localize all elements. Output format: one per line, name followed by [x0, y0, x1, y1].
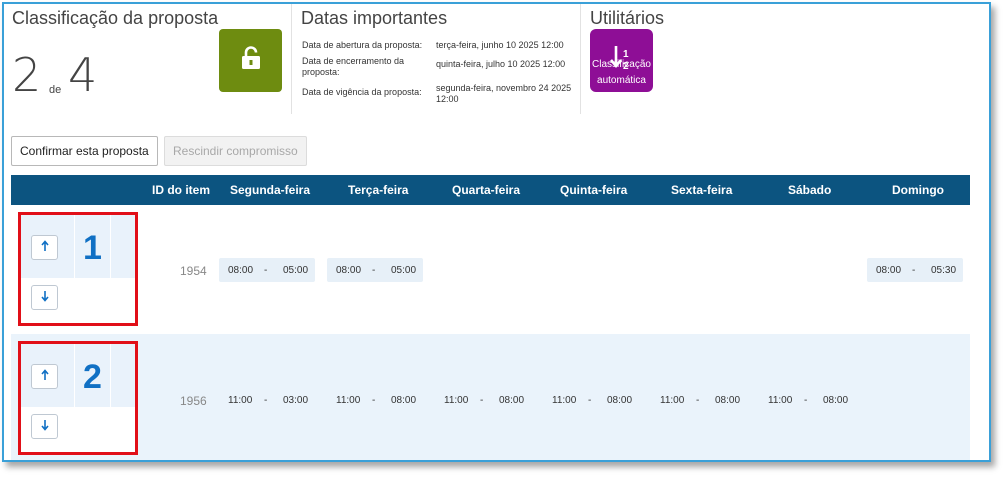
column-header-monday: Segunda-feira — [230, 183, 311, 197]
move-up-button[interactable] — [31, 235, 58, 260]
date-label: Data de abertura da proposta: — [302, 40, 423, 50]
dates-list: Data de abertura da proposta: terça-feir… — [302, 40, 576, 110]
time-separator: - — [588, 395, 592, 406]
date-value: terça-feira, junho 10 2025 12:00 — [436, 40, 564, 50]
move-up-button[interactable] — [31, 364, 58, 389]
table-row: 2 1956 11:00 - 03:00 11:00 - 08:00 11:00… — [11, 334, 970, 460]
arrow-down-icon — [40, 418, 50, 436]
confirm-proposal-button[interactable]: Confirmar esta proposta — [11, 136, 158, 166]
divider — [291, 4, 292, 114]
end-time: 08:00 — [391, 395, 417, 406]
date-value: quinta-feira, julho 10 2025 12:00 — [436, 59, 566, 69]
lock-toggle-button[interactable] — [219, 29, 282, 92]
column-header-tuesday: Terça-feira — [348, 183, 409, 197]
rank-control: 1 — [18, 212, 138, 326]
table-row: 1 1954 08:00 - 05:00 08:00 - 05:00 08:00… — [11, 205, 970, 334]
arrow-up-icon — [40, 368, 50, 386]
time-slot-monday[interactable]: 11:00 - 03:00 — [219, 388, 315, 412]
end-time: 05:00 — [391, 265, 417, 276]
column-header-item-id: ID do item — [152, 183, 211, 197]
start-time: 08:00 — [876, 265, 902, 276]
time-separator: - — [696, 395, 700, 406]
date-row: Data de encerramento da proposta: quinta… — [302, 56, 576, 78]
rank-current: 2 — [12, 48, 42, 102]
utilities-title: Utilitários — [590, 8, 665, 28]
time-separator: - — [912, 265, 916, 276]
table-header: ID do item Segunda-feira Terça-feira Qua… — [11, 175, 970, 205]
time-slot-monday[interactable]: 08:00 - 05:00 — [219, 258, 315, 282]
end-time: 03:00 — [283, 395, 309, 406]
start-time: 11:00 — [768, 395, 793, 406]
start-time: 11:00 — [336, 395, 361, 406]
column-header-saturday: Sábado — [788, 183, 832, 197]
end-time: 08:00 — [499, 395, 525, 406]
item-id: 1956 — [180, 394, 207, 408]
time-slot-sunday[interactable]: 08:00 - 05:30 — [867, 258, 963, 282]
item-id: 1954 — [180, 264, 207, 278]
auto-sort-label-line2: automática — [597, 75, 646, 86]
rank-number: 1 — [83, 229, 102, 267]
time-separator: - — [264, 395, 268, 406]
dates-title: Datas importantes — [301, 8, 448, 28]
ranking-title: Classificação da proposta — [12, 8, 219, 28]
start-time: 11:00 — [552, 395, 577, 406]
start-time: 11:00 — [444, 395, 469, 406]
start-time: 08:00 — [336, 265, 362, 276]
move-down-button[interactable] — [31, 285, 58, 310]
column-header-sunday: Domingo — [892, 183, 944, 197]
unlock-icon — [239, 46, 263, 75]
rank-number: 2 — [83, 358, 102, 396]
date-row: Data de abertura da proposta: terça-feir… — [302, 40, 576, 51]
divider — [110, 215, 111, 278]
time-slot-thursday[interactable]: 11:00 - 08:00 — [543, 388, 639, 412]
time-slot-tuesday[interactable]: 08:00 - 05:00 — [327, 258, 423, 282]
time-separator: - — [264, 265, 268, 276]
end-time: 05:00 — [283, 265, 309, 276]
rank-control: 2 — [18, 341, 138, 455]
date-label: Data de vigência da proposta: — [302, 87, 422, 97]
rank-of-label: de — [49, 84, 62, 96]
move-down-button[interactable] — [31, 414, 58, 439]
column-header-friday: Sexta-feira — [671, 183, 733, 197]
start-time: 08:00 — [228, 265, 254, 276]
ranking-panel: Classificação da proposta 2 de 4 Datas i… — [2, 2, 991, 462]
column-header-wednesday: Quarta-feira — [452, 183, 521, 197]
start-time: 11:00 — [228, 395, 253, 406]
time-slot-saturday[interactable]: 11:00 - 08:00 — [759, 388, 855, 412]
divider — [580, 4, 581, 114]
divider — [110, 344, 111, 407]
date-label: Data de encerramento da proposta: — [302, 56, 405, 77]
start-time: 11:00 — [660, 395, 685, 406]
date-value: segunda-feira, novembro 24 2025 12:00 — [436, 83, 572, 104]
time-separator: - — [372, 395, 376, 406]
rescind-commitment-button[interactable]: Rescindir compromisso — [164, 136, 307, 166]
arrow-up-icon — [40, 239, 50, 257]
column-header-thursday: Quinta-feira — [560, 183, 628, 197]
end-time: 08:00 — [607, 395, 633, 406]
end-time: 08:00 — [823, 395, 849, 406]
date-row: Data de vigência da proposta: segunda-fe… — [302, 83, 576, 105]
time-slot-friday[interactable]: 11:00 - 08:00 — [651, 388, 747, 412]
auto-sort-button[interactable]: 1 2 Classificação automática — [590, 29, 653, 92]
time-slot-wednesday[interactable]: 11:00 - 08:00 — [435, 388, 531, 412]
arrow-down-icon — [40, 289, 50, 307]
time-separator: - — [804, 395, 808, 406]
rank-total: 4 — [68, 48, 98, 102]
time-separator: - — [372, 265, 376, 276]
time-slot-tuesday[interactable]: 11:00 - 08:00 — [327, 388, 423, 412]
time-separator: - — [480, 395, 484, 406]
end-time: 08:00 — [715, 395, 741, 406]
end-time: 05:30 — [931, 265, 957, 276]
